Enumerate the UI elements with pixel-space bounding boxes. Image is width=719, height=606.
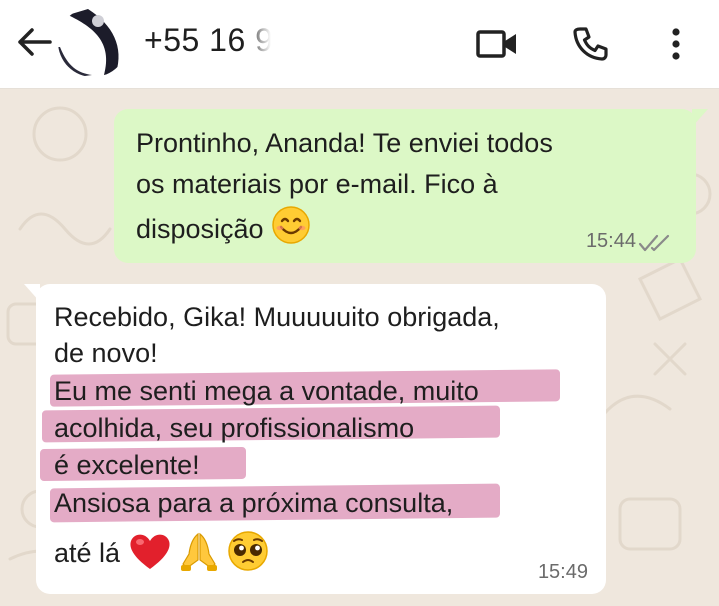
message-line: é excelente!	[54, 450, 200, 480]
avatar[interactable]	[58, 7, 128, 77]
message-line: Ansiosa para a próxima consulta,	[54, 488, 454, 518]
chat-header: +55 16 9	[0, 0, 719, 89]
message-line: Recebido, Gika! Muuuuuito obrigada,	[54, 302, 500, 332]
menu-button[interactable]	[654, 22, 698, 66]
more-vertical-icon	[672, 28, 680, 60]
message-line: acolhida, seu profissionalismo	[54, 413, 415, 443]
red-heart-icon	[128, 531, 172, 579]
smiling-face-icon	[271, 205, 311, 257]
back-button[interactable]	[14, 22, 54, 62]
message-line: de novo!	[54, 338, 158, 368]
message-line: até lá	[54, 530, 269, 580]
message-line: os materiais por e-mail. Fico à	[136, 169, 498, 199]
message-line-text: disposição	[136, 214, 264, 245]
message-text: Prontinho, Ananda! Te enviei todos os ma…	[136, 123, 656, 257]
message-line: disposição	[136, 205, 656, 257]
phone-icon	[573, 27, 608, 61]
message-time: 15:44	[585, 230, 636, 252]
message-line-text: até lá	[54, 538, 121, 569]
message-outgoing[interactable]: Prontinho, Ananda! Te enviei todos os ma…	[114, 109, 708, 263]
message-time: 15:49	[537, 561, 588, 583]
redaction-blur	[250, 26, 310, 60]
video-camera-icon	[476, 30, 516, 58]
voice-call-button[interactable]	[568, 22, 612, 66]
video-call-button[interactable]	[475, 22, 519, 66]
read-double-check-icon	[638, 234, 670, 252]
pleading-face-icon	[227, 530, 269, 580]
folded-hands-icon	[179, 530, 219, 580]
message-incoming[interactable]: Recebido, Gika! Muuuuuito obrigada, de n…	[24, 284, 606, 594]
arrow-left-icon	[18, 28, 52, 56]
message-line: Eu me senti mega a vontade, muito	[54, 376, 479, 406]
message-line: Prontinho, Ananda! Te enviei todos	[136, 128, 553, 158]
